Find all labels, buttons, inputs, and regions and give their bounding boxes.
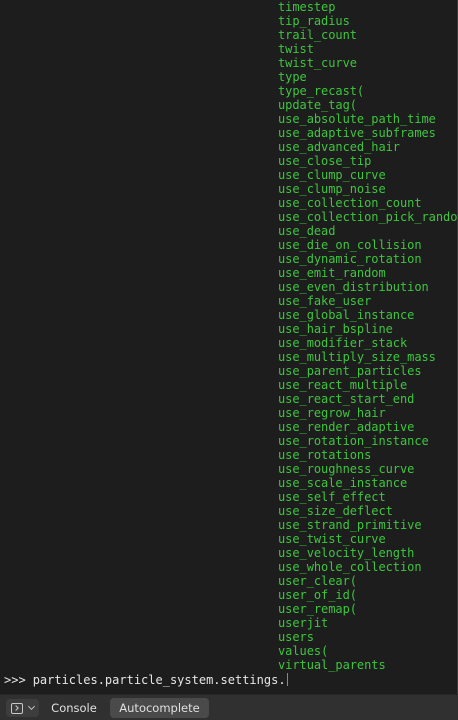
completion-item: use_close_tip [278, 154, 372, 168]
completion-item: use_hair_bspline [278, 322, 393, 336]
completion-item: use_rotation_instance [278, 434, 429, 448]
console-menu-button[interactable]: Console [46, 698, 102, 718]
completion-item: use_collection_pick_random [278, 210, 457, 224]
completion-item: use_multiply_size_mass [278, 350, 436, 364]
completion-item: user_clear( [278, 574, 357, 588]
completion-item: use_strand_primitive [278, 518, 422, 532]
completion-item: use_roughness_curve [278, 462, 415, 476]
text-cursor [286, 673, 288, 686]
autocomplete-menu-button[interactable]: Autocomplete [110, 698, 209, 718]
completion-item: use_velocity_length [278, 546, 415, 560]
completion-item: use_emit_random [278, 266, 386, 280]
completion-item: tip_radius [278, 14, 350, 28]
completion-item: use_regrow_hair [278, 406, 386, 420]
console-input-text[interactable]: particles.particle_system.settings. [33, 673, 286, 687]
completion-item: update_tag( [278, 98, 357, 112]
completion-item: type_recast( [278, 84, 365, 98]
console-icon [11, 702, 23, 714]
completion-item: trail_count [278, 28, 357, 42]
completion-item: twist [278, 42, 314, 56]
completion-item: values( [278, 644, 329, 658]
console-header-bar: Console Autocomplete [0, 694, 458, 720]
completion-item: use_dead [278, 224, 336, 238]
completion-item: use_adaptive_subframes [278, 126, 436, 140]
prompt-symbol: >>> [4, 673, 26, 687]
completion-item: use_dynamic_rotation [278, 252, 422, 266]
completion-item: use_clump_curve [278, 168, 386, 182]
editor-type-selector[interactable] [6, 699, 39, 717]
completion-item: use_size_deflect [278, 504, 393, 518]
completion-item: use_render_adaptive [278, 420, 415, 434]
python-console-output[interactable]: timestep tip_radius trail_count twist twist_… [0, 0, 457, 694]
console-input-line[interactable]: >>> particles.particle_system.settings. [4, 673, 288, 687]
completion-item: use_collection_count [278, 196, 422, 210]
completion-item: use_self_effect [278, 490, 386, 504]
completion-item: timestep [278, 0, 336, 14]
autocomplete-list: timestep tip_radius trail_count twist twist_… [278, 0, 457, 672]
completion-item: use_whole_collection [278, 560, 422, 574]
completion-item: use_advanced_hair [278, 140, 400, 154]
completion-item: user_remap( [278, 602, 357, 616]
chevron-down-icon [27, 702, 36, 711]
completion-item: use_react_start_end [278, 392, 415, 406]
completion-item: use_react_multiple [278, 378, 408, 392]
completion-item: use_even_distribution [278, 280, 429, 294]
completion-item: virtual_parents [278, 658, 386, 672]
completion-item: twist_curve [278, 56, 357, 70]
completion-item: use_global_instance [278, 308, 415, 322]
completion-item: use_twist_curve [278, 532, 386, 546]
completion-item: use_modifier_stack [278, 336, 408, 350]
completion-item: use_die_on_collision [278, 238, 422, 252]
completion-item: user_of_id( [278, 588, 357, 602]
completion-item: use_absolute_path_time [278, 112, 436, 126]
completion-item: use_parent_particles [278, 364, 422, 378]
completion-item: userjit [278, 616, 329, 630]
completion-item: use_rotations [278, 448, 372, 462]
completion-item: use_clump_noise [278, 182, 386, 196]
completion-item: users [278, 630, 314, 644]
completion-item: use_scale_instance [278, 476, 408, 490]
completion-item: type [278, 70, 307, 84]
completion-item: use_fake_user [278, 294, 372, 308]
